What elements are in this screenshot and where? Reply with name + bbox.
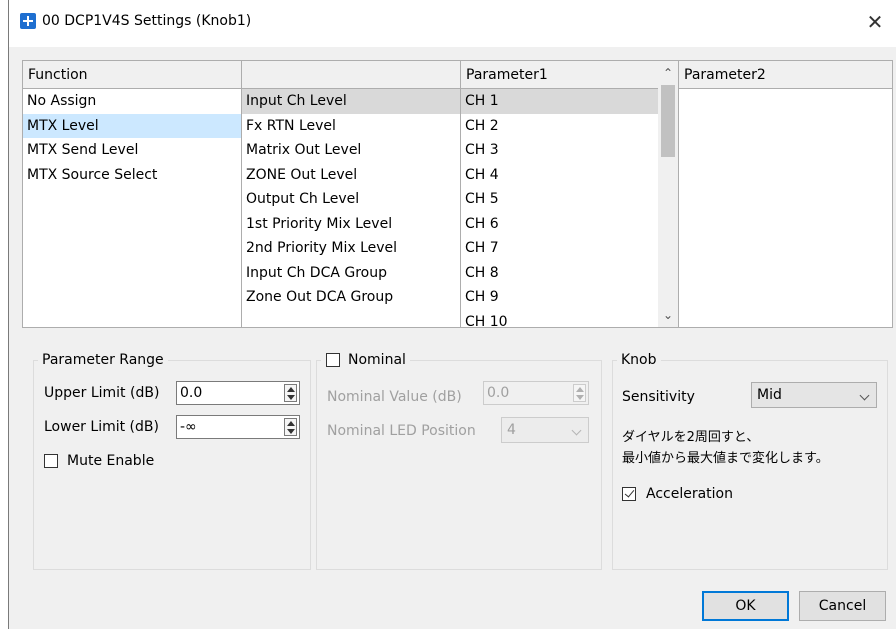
- parameter-range-group: Parameter Range Upper Limit (dB) 0.0 Low…: [33, 351, 311, 570]
- sensitivity-label: Sensitivity: [622, 389, 695, 405]
- chevron-down-icon: [859, 390, 870, 401]
- upper-limit-value: 0.0: [180, 385, 203, 401]
- list-item[interactable]: CH 9: [461, 285, 658, 310]
- upper-limit-field[interactable]: 0.0: [176, 381, 300, 405]
- scroll-thumb[interactable]: [661, 85, 675, 157]
- title-bar: 00 DCP1V4S Settings (Knob1) ✕: [9, 0, 896, 47]
- function-header[interactable]: Function: [23, 61, 241, 89]
- lower-limit-label: Lower Limit (dB): [44, 419, 159, 435]
- list-item[interactable]: CH 1: [461, 89, 658, 114]
- window-title: 00 DCP1V4S Settings (Knob1): [42, 13, 252, 29]
- list-item[interactable]: CH 5: [461, 187, 658, 212]
- list-item[interactable]: Fx RTN Level: [242, 114, 460, 139]
- list-item[interactable]: No Assign: [23, 89, 241, 114]
- list-item[interactable]: CH 10: [461, 310, 658, 335]
- list-item[interactable]: CH 8: [461, 261, 658, 286]
- list-item[interactable]: Input Ch Level: [242, 89, 460, 114]
- ok-button[interactable]: OK: [702, 591, 789, 621]
- parameter1-header[interactable]: Parameter1: [461, 61, 658, 89]
- list-item[interactable]: CH 3: [461, 138, 658, 163]
- lower-limit-field[interactable]: -∞: [176, 415, 300, 439]
- list-item[interactable]: 2nd Priority Mix Level: [242, 236, 460, 261]
- acceleration-checkbox[interactable]: [622, 487, 636, 501]
- list-item[interactable]: Zone Out DCA Group: [242, 285, 460, 310]
- nominal-led-value: 4: [507, 422, 516, 438]
- parameter-range-title: Parameter Range: [38, 351, 168, 369]
- sub-function-column: Input Ch Level Fx RTN Level Matrix Out Lev…: [242, 61, 460, 327]
- lower-limit-value: -∞: [180, 419, 197, 435]
- scroll-up-icon[interactable]: ⌃: [658, 63, 678, 83]
- sub-function-header[interactable]: [242, 61, 460, 89]
- upper-limit-stepper[interactable]: [284, 384, 297, 402]
- parameter1-list: CH 1 CH 2 CH 3 CH 4 CH 5 CH 6 CH 7 CH 8 CH 9 CH 1…: [461, 89, 658, 334]
- settings-dialog: 00 DCP1V4S Settings (Knob1) ✕ Function N…: [8, 0, 896, 629]
- mute-enable-checkbox[interactable]: [44, 454, 58, 468]
- parameter1-column: Parameter1 CH 1 CH 2 CH 3 CH 4 CH 5 CH 6 CH 7C…: [461, 61, 678, 330]
- list-item[interactable]: 1st Priority Mix Level: [242, 212, 460, 237]
- cancel-button[interactable]: Cancel: [799, 591, 886, 621]
- list-item[interactable]: MTX Send Level: [23, 138, 241, 163]
- chevron-down-icon: [571, 425, 582, 436]
- parameter2-column: Parameter2: [679, 61, 892, 327]
- list-item[interactable]: MTX Source Select: [23, 163, 241, 188]
- close-icon[interactable]: ✕: [853, 0, 896, 44]
- nominal-checkbox[interactable]: [326, 353, 340, 367]
- list-item[interactable]: CH 4: [461, 163, 658, 188]
- knob-group: Knob Sensitivity Mid ダイヤルを2周回すと、 最小値から最大…: [612, 351, 888, 570]
- list-item[interactable]: CH 2: [461, 114, 658, 139]
- knob-title: Knob: [617, 351, 661, 369]
- list-item[interactable]: MTX Level: [23, 113, 241, 138]
- sensitivity-value: Mid: [757, 387, 782, 403]
- nominal-value-field[interactable]: 0.0: [483, 381, 589, 405]
- mute-enable-label[interactable]: Mute Enable: [67, 452, 154, 470]
- list-item[interactable]: Matrix Out Level: [242, 138, 460, 163]
- list-item[interactable]: CH 7: [461, 236, 658, 261]
- nominal-value-label: Nominal Value (dB): [327, 389, 462, 405]
- scroll-down-icon[interactable]: ⌄: [658, 305, 678, 325]
- nominal-led-label: Nominal LED Position: [327, 423, 476, 439]
- list-item[interactable]: Output Ch Level: [242, 187, 460, 212]
- parameter1-scrollbar[interactable]: ⌃ ⌄: [658, 61, 678, 327]
- list-item[interactable]: Input Ch DCA Group: [242, 261, 460, 286]
- sub-function-list: Input Ch Level Fx RTN Level Matrix Out Lev…: [242, 89, 460, 310]
- knob-note-line2: 最小値から最大値まで変化します。: [622, 451, 829, 466]
- app-icon: [20, 13, 36, 29]
- nominal-value-stepper[interactable]: [573, 384, 586, 402]
- assignment-lists: Function No Assign MTX Level MTX Send Leve…: [22, 60, 893, 330]
- list-item[interactable]: CH 6: [461, 212, 658, 237]
- function-list: No Assign MTX Level MTX Send Level MTX Sour…: [23, 89, 241, 187]
- upper-limit-label: Upper Limit (dB): [44, 385, 160, 401]
- nominal-value: 0.0: [487, 385, 510, 401]
- knob-note-line1: ダイヤルを2周回すと、: [622, 430, 760, 445]
- nominal-led-select[interactable]: 4: [501, 417, 589, 443]
- lower-limit-stepper[interactable]: [284, 418, 297, 436]
- function-column: Function No Assign MTX Level MTX Send Leve…: [23, 61, 241, 327]
- list-item[interactable]: ZONE Out Level: [242, 163, 460, 188]
- sensitivity-select[interactable]: Mid: [751, 382, 877, 408]
- acceleration-label[interactable]: Acceleration: [646, 485, 733, 503]
- nominal-group: Nominal Nominal Value (dB) 0.0 Nominal L…: [316, 351, 602, 570]
- parameter2-header[interactable]: Parameter2: [679, 61, 892, 89]
